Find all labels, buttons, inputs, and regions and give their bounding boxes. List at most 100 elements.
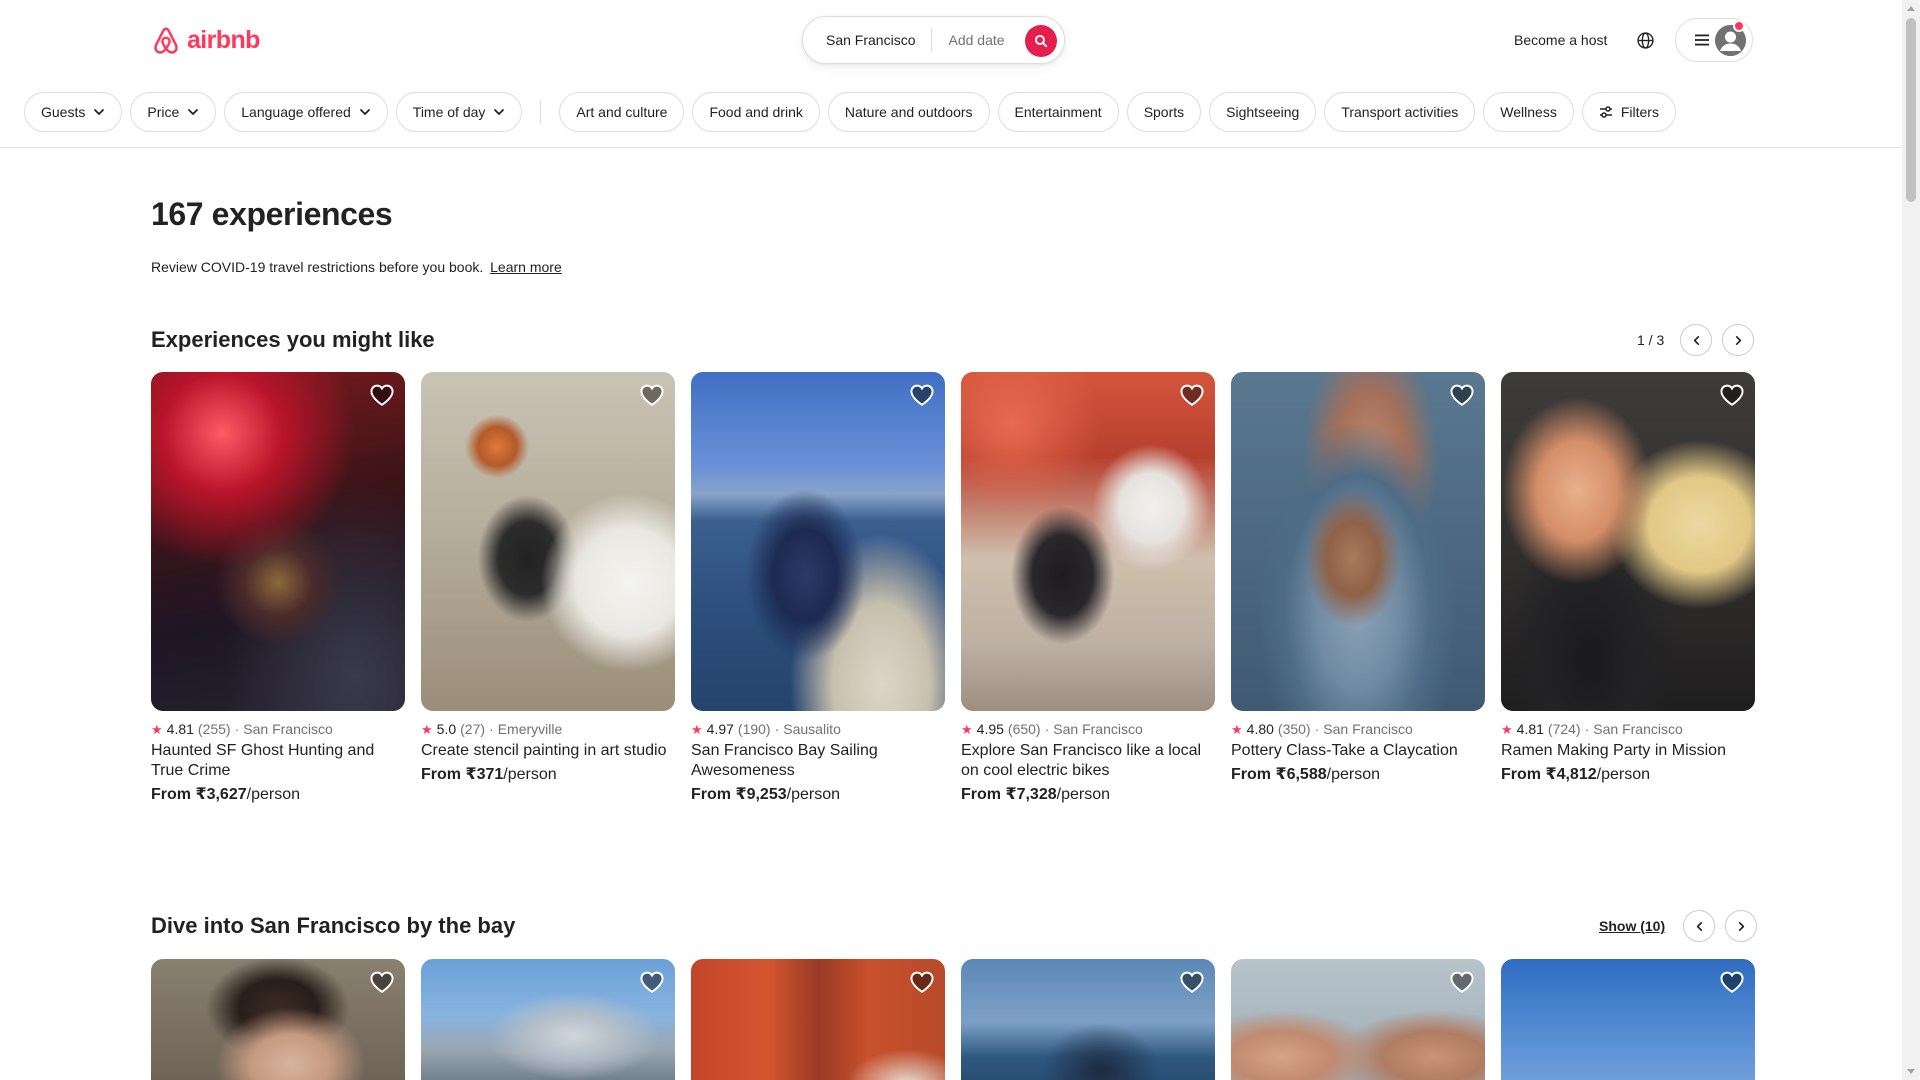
scroll-up-arrow[interactable] (1907, 6, 1915, 11)
category-sightseeing[interactable]: Sightseeing (1209, 92, 1317, 132)
heart-icon[interactable] (639, 382, 665, 408)
show-all-link[interactable]: Show (10) (1599, 918, 1665, 934)
experience-card[interactable]: ★ 4.81 (724) · San Francisco Ramen Makin… (1501, 372, 1755, 804)
experience-card[interactable]: ★ 4.81 (255) · San Francisco Haunted SF … (151, 372, 405, 804)
experience-photo[interactable] (1231, 372, 1485, 711)
heart-icon[interactable] (1719, 969, 1745, 995)
section-title-bay: Dive into San Francisco by the bay (151, 913, 516, 938)
review-count: (27) (460, 721, 486, 737)
price-amount: ₹3,627 (195, 786, 247, 803)
filter-guests[interactable]: Guests (24, 92, 123, 132)
meta-separator: · (1584, 721, 1590, 737)
experience-card[interactable] (151, 959, 405, 1080)
airbnb-logo[interactable]: airbnb (151, 24, 260, 57)
experience-card[interactable]: ★ 5.0 (27) · Emeryville Create stencil p… (421, 372, 675, 804)
location: Emeryville (497, 721, 563, 737)
heart-icon[interactable] (1179, 969, 1205, 995)
chevron-down-icon (359, 109, 370, 115)
filter-price[interactable]: Price (130, 92, 217, 132)
notification-dot (1733, 20, 1745, 32)
language-button[interactable] (1633, 28, 1658, 53)
heart-icon[interactable] (909, 969, 935, 995)
heart-icon[interactable] (1179, 382, 1205, 408)
prev-button[interactable] (1680, 324, 1713, 356)
experience-title: Haunted SF Ghost Hunting and True Crime (151, 742, 375, 779)
filter-label: Guests (41, 104, 86, 120)
star-icon: ★ (691, 721, 703, 737)
heart-icon[interactable] (1719, 382, 1745, 408)
rating-row: ★ 4.95 (650) · San Francisco (961, 721, 1215, 737)
category-sports[interactable]: Sports (1126, 92, 1202, 132)
experience-photo[interactable] (961, 372, 1215, 711)
experience-card[interactable] (1501, 959, 1755, 1080)
heart-icon[interactable] (369, 969, 395, 995)
prev-button[interactable] (1683, 910, 1716, 942)
experience-card[interactable]: ★ 4.80 (350) · San Francisco Pottery Cla… (1231, 372, 1485, 804)
chevron-left-icon (1696, 921, 1702, 931)
experience-card[interactable]: ★ 4.95 (650) · San Francisco Explore San… (961, 372, 1215, 804)
experience-card[interactable] (961, 959, 1215, 1080)
heart-icon[interactable] (1449, 382, 1475, 408)
search-date[interactable]: Add date (948, 32, 1004, 48)
search-location[interactable]: San Francisco (803, 32, 915, 48)
experience-photo[interactable] (691, 959, 945, 1080)
experience-photo[interactable] (961, 959, 1215, 1080)
section-pager: Show (10) (1599, 910, 1758, 942)
heart-icon[interactable] (369, 382, 395, 408)
price: From ₹6,588/person (1231, 764, 1485, 784)
search-divider (931, 28, 933, 52)
airbnb-wordmark: airbnb (187, 26, 260, 54)
price: From ₹9,253/person (691, 784, 945, 804)
meta-separator: · (234, 721, 240, 737)
experience-card[interactable]: ★ 4.97 (190) · Sausalito San Francisco B… (691, 372, 945, 804)
heart-icon[interactable] (1449, 969, 1475, 995)
experience-card[interactable] (691, 959, 945, 1080)
page-title: 167 experiences (151, 196, 393, 232)
filter-time-of-day[interactable]: Time of day (395, 92, 523, 132)
category-art-and-culture[interactable]: Art and culture (559, 92, 685, 132)
page-scrollbar[interactable] (1902, 0, 1920, 1080)
filter-label: Price (147, 104, 180, 120)
experience-card[interactable] (421, 959, 675, 1080)
next-button[interactable] (1722, 324, 1755, 356)
experience-photo[interactable] (421, 372, 675, 711)
star-icon: ★ (1231, 721, 1243, 737)
chevron-down-icon (94, 109, 105, 115)
category-wellness[interactable]: Wellness (1483, 92, 1574, 132)
become-a-host-link[interactable]: Become a host (1502, 24, 1619, 56)
category-food-and-drink[interactable]: Food and drink (692, 92, 820, 132)
top-header: airbnb San Francisco Add date Become a h… (0, 0, 1902, 148)
review-count: (190) (737, 721, 771, 737)
covid-notice-text: Review COVID-19 travel restrictions befo… (151, 259, 484, 275)
location: San Francisco (1323, 721, 1413, 737)
experience-photo[interactable] (1231, 959, 1485, 1080)
scroll-down-arrow[interactable] (1907, 1069, 1915, 1074)
heart-icon[interactable] (639, 969, 665, 995)
price-prefix: From (1501, 766, 1541, 783)
next-button[interactable] (1725, 910, 1758, 942)
experience-photo[interactable] (691, 372, 945, 711)
experience-photo[interactable] (1501, 959, 1755, 1080)
price: From ₹371/person (421, 764, 675, 784)
category-nature-and-outdoors[interactable]: Nature and outdoors (827, 92, 990, 132)
category-transport-activities[interactable]: Transport activities (1324, 92, 1476, 132)
search-button[interactable] (1025, 25, 1057, 57)
rating-row: ★ 4.97 (190) · Sausalito (691, 721, 945, 737)
category-entertainment[interactable]: Entertainment (997, 92, 1119, 132)
experience-card[interactable] (1231, 959, 1485, 1080)
search-bar[interactable]: San Francisco Add date (802, 16, 1065, 64)
filters-button[interactable]: Filters (1581, 92, 1676, 132)
price-amount: ₹371 (465, 766, 504, 783)
filter-language[interactable]: Language offered (224, 92, 388, 132)
experience-photo[interactable] (151, 372, 405, 711)
experience-title: Explore San Francisco like a local on co… (961, 742, 1202, 779)
experience-photo[interactable] (421, 959, 675, 1080)
learn-more-link[interactable]: Learn more (490, 259, 562, 275)
experience-photo[interactable] (1501, 372, 1755, 711)
price-prefix: From (421, 766, 461, 783)
scroll-thumb[interactable] (1906, 18, 1916, 202)
heart-icon[interactable] (909, 382, 935, 408)
experience-photo[interactable] (151, 959, 405, 1080)
filter-label: Language offered (241, 104, 351, 120)
review-count: (255) (197, 721, 231, 737)
